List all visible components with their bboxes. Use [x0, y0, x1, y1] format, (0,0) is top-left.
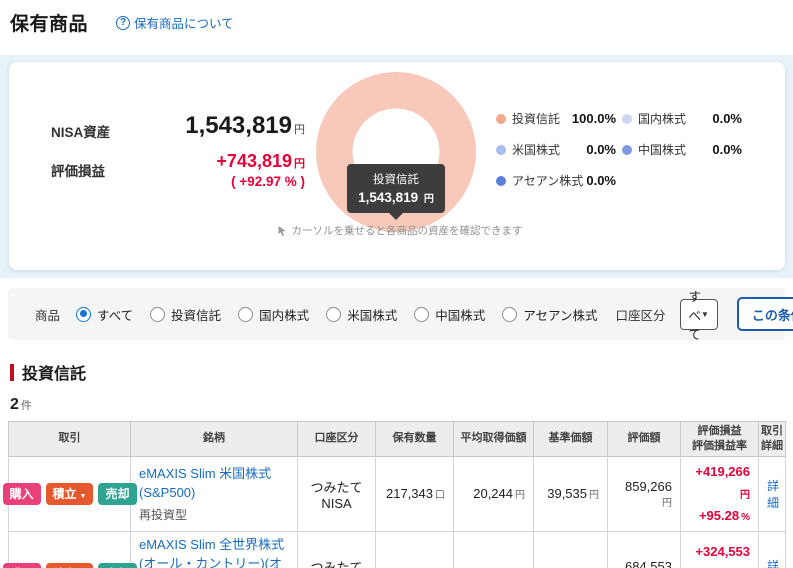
col-detail: 取引詳細 — [759, 422, 786, 457]
legend-dot — [496, 114, 506, 124]
help-icon: ? — [116, 16, 130, 30]
detail-link[interactable]: 詳細 — [767, 559, 779, 568]
actions-cell: 購入 積立▼ 売却 — [9, 456, 131, 531]
nav-cell: 39,535円 — [534, 456, 608, 531]
pl-label: 評価損益 — [51, 151, 147, 189]
table-row: 購入 積立▼ 売却 eMAXIS Slim 米国株式(S&P500) 再投資型 … — [9, 456, 786, 531]
detail-cell: 詳細 — [759, 531, 786, 568]
legend-item: 米国株式 0.0% — [496, 141, 616, 158]
sell-button[interactable]: 売却 — [98, 563, 136, 568]
actions-cell: 購入 積立▼ 売却 — [9, 531, 131, 568]
value-cell: 684,553円 — [608, 531, 681, 568]
sell-button[interactable]: 売却 — [98, 483, 136, 505]
legend-dot — [496, 145, 506, 155]
holdings-table: 取引 銘柄 口座区分 保有数量 平均取得価額 基準価額 評価額 評価損益評価損益… — [8, 421, 786, 568]
pl-cell: +324,553円 +90.15% — [681, 531, 759, 568]
buy-button[interactable]: 購入 — [3, 483, 41, 505]
radio-button-icon — [238, 307, 253, 322]
title-bar: 保有商品 ? 保有商品について — [0, 0, 793, 55]
avg-price-cell: 17,546円 — [454, 531, 534, 568]
nisa-summary-card: NISA資産 1,543,819円 評価損益 +743,819円 ( +92.9… — [9, 62, 785, 270]
buy-button[interactable]: 購入 — [3, 563, 41, 568]
fund-name-link[interactable]: eMAXIS Slim 全世界株式(オール・カントリー)(オルカン) — [139, 536, 289, 568]
radio-us-stock[interactable]: 米国株式 — [326, 305, 397, 324]
radio-button-icon — [502, 307, 517, 322]
cursor-icon — [276, 225, 288, 237]
asset-value: 1,543,819円 — [147, 112, 305, 141]
account-type-select[interactable]: すべて ▼ — [680, 299, 718, 330]
radio-button-icon — [76, 307, 91, 322]
col-account: 口座区分 — [298, 422, 376, 457]
quantity-cell: 205,171口 — [376, 531, 454, 568]
asset-legend: 投資信託 100.0% 国内株式 0.0% 米国株式 0.0% 中国株式 0.0… — [496, 110, 742, 189]
account-type-label: 口座区分 — [615, 305, 665, 324]
radio-button-icon — [150, 307, 165, 322]
legend-item: アセアン株式 0.0% — [496, 172, 616, 189]
summary-values: NISA資産 1,543,819円 評価損益 +743,819円 ( +92.9… — [51, 112, 305, 189]
legend-dot — [622, 114, 632, 124]
radio-button-icon — [414, 307, 429, 322]
summary-band: NISA資産 1,543,819円 評価損益 +743,819円 ( +92.9… — [0, 55, 793, 278]
tooltip-label: 投資信託 — [351, 171, 441, 187]
fund-name-link[interactable]: eMAXIS Slim 米国株式(S&P500) — [139, 465, 289, 503]
radio-china-stock[interactable]: 中国株式 — [414, 305, 485, 324]
radio-mutual-fund[interactable]: 投資信託 — [150, 305, 221, 324]
detail-link[interactable]: 詳細 — [767, 479, 779, 510]
col-quantity: 保有数量 — [376, 422, 454, 457]
col-fund-name: 銘柄 — [131, 422, 298, 457]
table-row: 購入 積立▼ 売却 eMAXIS Slim 全世界株式(オール・カントリー)(オ… — [9, 531, 786, 568]
account-cell: つみたてNISA — [298, 531, 376, 568]
pl-cell: +419,266円 +95.28% — [681, 456, 759, 531]
pl-percent: ( +92.97 % ) — [147, 174, 305, 189]
page-title: 保有商品 — [10, 9, 88, 36]
tsumitate-button[interactable]: 積立▼ — [46, 563, 94, 568]
radio-button-icon — [326, 307, 341, 322]
account-cell: つみたてNISA — [298, 456, 376, 531]
value-cell: 859,266円 — [608, 456, 681, 531]
hover-note: カーソルを乗せると各商品の資産を確認できます — [249, 223, 549, 238]
col-value: 評価額 — [608, 422, 681, 457]
section-header: 投資信託 — [10, 360, 793, 384]
tsumitate-button[interactable]: 積立▼ — [46, 483, 94, 505]
about-holdings-link[interactable]: ? 保有商品について — [116, 13, 234, 32]
section-accent-bar — [10, 364, 14, 381]
pl-value: +743,819円 ( +92.97 % ) — [147, 151, 305, 189]
col-trade: 取引 — [9, 422, 131, 457]
result-count: 2件 — [10, 396, 793, 414]
col-avg-price: 平均取得価額 — [454, 422, 534, 457]
radio-asean-stock[interactable]: アセアン株式 — [502, 305, 597, 324]
legend-dot — [496, 176, 506, 186]
product-filter-label: 商品 — [35, 305, 60, 324]
legend-item: 国内株式 0.0% — [622, 110, 742, 127]
dividend-type: 再投資型 — [139, 506, 289, 523]
asset-label: NISA資産 — [51, 112, 147, 141]
col-nav: 基準価額 — [534, 422, 608, 457]
chevron-down-icon: ▼ — [701, 310, 709, 319]
avg-price-cell: 20,244円 — [454, 456, 534, 531]
nav-cell: 33,365円 — [534, 531, 608, 568]
quantity-cell: 217,343口 — [376, 456, 454, 531]
table-header-row: 取引 銘柄 口座区分 保有数量 平均取得価額 基準価額 評価額 評価損益評価損益… — [9, 422, 786, 457]
legend-item: 中国株式 0.0% — [622, 141, 742, 158]
legend-item: 投資信託 100.0% — [496, 110, 616, 127]
apply-filter-button[interactable]: この条件で表示する — [737, 297, 793, 331]
fund-cell: eMAXIS Slim 米国株式(S&P500) 再投資型 — [131, 456, 298, 531]
chevron-down-icon: ▼ — [80, 493, 87, 500]
detail-cell: 詳細 — [759, 456, 786, 531]
legend-dot — [622, 145, 632, 155]
about-link-label: 保有商品について — [134, 13, 234, 32]
fund-cell: eMAXIS Slim 全世界株式(オール・カントリー)(オルカン) 再投資型 — [131, 531, 298, 568]
col-pl: 評価損益評価損益率 — [681, 422, 759, 457]
radio-domestic-stock[interactable]: 国内株式 — [238, 305, 309, 324]
hover-note-text: カーソルを乗せると各商品の資産を確認できます — [292, 223, 523, 238]
filter-bar: 商品 すべて 投資信託 国内株式 米国株式 中国株式 アセアン株式 口座区分 す… — [8, 288, 785, 340]
donut-tooltip: 投資信託 1,543,819 円 — [347, 164, 445, 213]
radio-all[interactable]: すべて — [76, 305, 133, 324]
section-title: 投資信託 — [22, 360, 86, 384]
